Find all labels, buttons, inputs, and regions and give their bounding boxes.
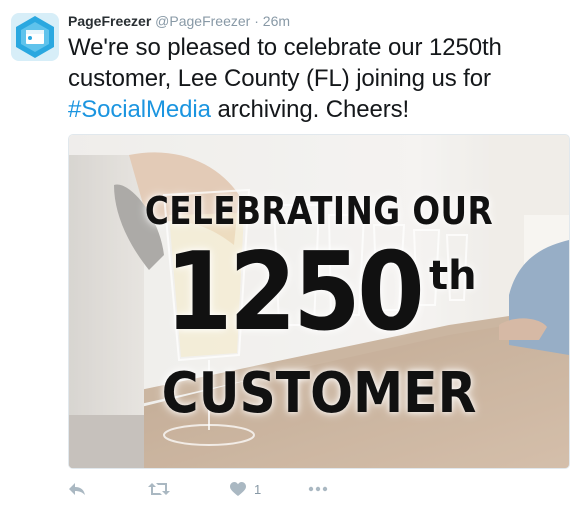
reply-icon [69, 483, 85, 495]
avatar[interactable] [11, 13, 59, 61]
user-handle[interactable]: @PageFreezer [155, 13, 250, 29]
hashtag-link[interactable]: #SocialMedia [68, 96, 211, 123]
tweet-image[interactable]: CELEBRATING OUR 1250 th CUSTOMER [68, 134, 570, 469]
overlay-line3: CUSTOMER [161, 361, 477, 426]
more-icon [308, 486, 328, 492]
pagefreezer-logo-icon [11, 13, 59, 61]
tweet-text: We're so pleased to celebrate our 1250th… [68, 32, 568, 125]
reply-button[interactable] [68, 478, 86, 500]
image-overlay-text: CELEBRATING OUR 1250 th CUSTOMER [69, 135, 569, 468]
tweet-actions: 1 [68, 478, 368, 500]
timestamp[interactable]: 26m [263, 13, 290, 29]
overlay-suffix: th [429, 253, 477, 299]
tweet-header: PageFreezer @PageFreezer · 26m [68, 12, 290, 30]
tweet-text-part2: archiving. Cheers! [210, 96, 410, 123]
retweet-icon [148, 483, 170, 495]
heart-icon [230, 481, 246, 496]
like-button[interactable]: 1 [230, 478, 261, 500]
retweet-button[interactable] [148, 478, 170, 500]
display-name[interactable]: PageFreezer [68, 13, 151, 29]
tweet-text-part1: We're so pleased to celebrate our 1250th… [68, 34, 502, 92]
more-button[interactable] [308, 478, 328, 500]
like-count: 1 [254, 481, 262, 497]
overlay-line1: CELEBRATING OUR [144, 189, 494, 233]
overlay-number: 1250 [165, 230, 425, 355]
separator: · [254, 13, 259, 29]
